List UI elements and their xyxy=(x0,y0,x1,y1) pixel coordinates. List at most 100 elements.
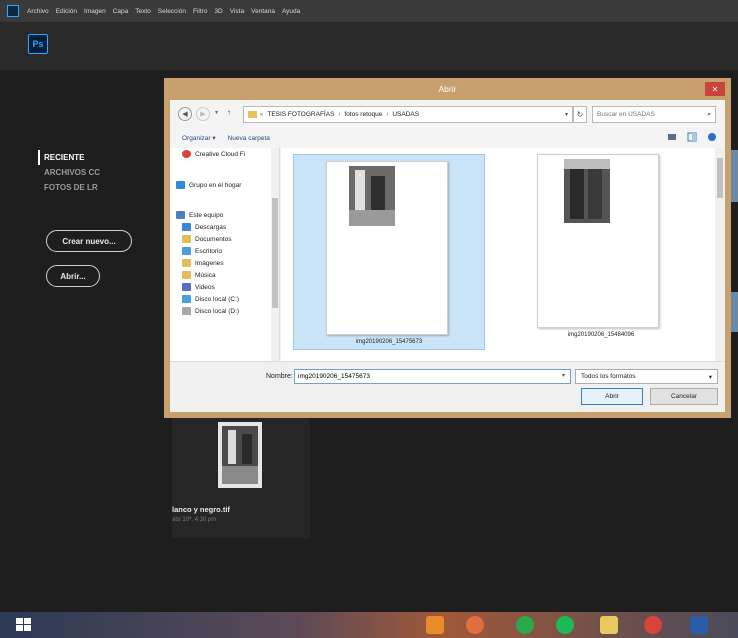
music-folder-icon xyxy=(182,271,191,279)
word-icon[interactable] xyxy=(690,616,708,634)
windows-start-icon[interactable] xyxy=(16,618,32,632)
whatsapp-icon[interactable] xyxy=(516,616,534,634)
background-thumbnail xyxy=(731,150,738,202)
file-scrollbar[interactable] xyxy=(715,148,725,361)
menu-seleccion[interactable]: Selección xyxy=(158,8,186,15)
documents-folder-icon xyxy=(182,235,191,243)
tree-item-this-pc[interactable]: Este equipo xyxy=(176,211,223,219)
tree-item-label: Este equipo xyxy=(189,211,224,219)
breadcrumb-tesis[interactable]: TESIS FOTOGRAFÍAS xyxy=(267,111,334,118)
preview-pane-icon[interactable] xyxy=(687,132,697,142)
filename-label: Nombre: xyxy=(266,373,293,380)
background-thumbnail xyxy=(731,292,738,332)
breadcrumb-usadas[interactable]: USADAS xyxy=(392,111,419,118)
spotify-icon[interactable] xyxy=(556,616,574,634)
organize-button[interactable]: Organizar ▾ xyxy=(182,134,216,142)
recent-file-card[interactable]: lanco y negro.tif abr 10ª, 4:30 pm xyxy=(172,416,310,538)
local-disk-icon xyxy=(182,307,191,315)
recent-locations-icon[interactable]: ▾ xyxy=(215,109,218,116)
file-item[interactable]: img20190206_15484096 xyxy=(505,154,697,350)
tree-item-label: Música xyxy=(195,271,216,279)
new-folder-button[interactable]: Nueva carpeta xyxy=(228,135,270,142)
app-header: Ps xyxy=(0,22,738,70)
search-input[interactable] xyxy=(597,111,697,118)
refresh-icon[interactable]: ↻ xyxy=(573,106,587,123)
menu-edicion[interactable]: Edición xyxy=(56,8,77,15)
file-name: img20190206_15484096 xyxy=(567,332,635,338)
nav-lr-photos[interactable]: FOTOS DE LR xyxy=(44,180,100,195)
file-name: img20190206_15475673 xyxy=(355,339,423,345)
close-icon[interactable]: ✕ xyxy=(705,82,725,96)
menu-imagen[interactable]: Imagen xyxy=(84,8,106,15)
tree-item-downloads[interactable]: Descargas xyxy=(182,223,226,231)
nav-scrollbar[interactable] xyxy=(271,148,279,361)
tree-item-homegroup[interactable]: Grupo en el hogar xyxy=(176,181,241,189)
chevron-down-icon[interactable]: ▾ xyxy=(565,111,568,118)
menu-filtro[interactable]: Filtro xyxy=(193,8,207,15)
tree-item-desktop[interactable]: Escritorio xyxy=(182,247,222,255)
menu-ayuda[interactable]: Ayuda xyxy=(282,8,300,15)
file-item[interactable]: img20190206_15475673 xyxy=(293,154,485,350)
file-explorer-icon[interactable] xyxy=(600,616,618,634)
chrome-icon[interactable] xyxy=(644,616,662,634)
creative-cloud-icon xyxy=(182,150,191,158)
windows-taskbar xyxy=(0,612,738,638)
dialog-toolbar: Organizar ▾ Nueva carpeta xyxy=(170,128,725,148)
file-scrollbar-thumb[interactable] xyxy=(717,158,723,198)
filename-input[interactable] xyxy=(294,369,571,384)
tree-item-documents[interactable]: Documentos xyxy=(182,235,232,243)
filetype-value: Todos los formatos xyxy=(581,373,636,380)
menu-bar: Archivo Edición Imagen Capa Texto Selecc… xyxy=(0,0,738,22)
search-box[interactable]: ⌕ xyxy=(592,106,716,123)
help-icon[interactable] xyxy=(707,132,717,142)
tree-item-disk-c[interactable]: Disco local (C:) xyxy=(182,295,239,303)
tree-item-label: Descargas xyxy=(195,223,227,231)
downloads-folder-icon xyxy=(182,223,191,231)
menu-ventana[interactable]: Ventana xyxy=(251,8,275,15)
nav-recent[interactable]: RECIENTE xyxy=(38,150,100,165)
recent-file-date: abr 10ª, 4:30 pm xyxy=(172,517,217,523)
filetype-select[interactable]: Todos los formatos ▾ xyxy=(575,369,718,384)
homegroup-icon xyxy=(176,181,185,189)
navigation-pane: Creative Cloud Fi Grupo en el hogar Este… xyxy=(170,148,280,361)
open-file-button[interactable]: Abrir xyxy=(581,388,643,405)
menu-archivo[interactable]: Archivo xyxy=(27,8,49,15)
tree-item-label: Grupo en el hogar xyxy=(189,181,242,189)
cancel-button[interactable]: Cancelar xyxy=(650,388,718,405)
file-thumbnail xyxy=(326,161,448,335)
photoshop-small-icon xyxy=(7,5,19,17)
create-new-button[interactable]: Crear nuevo... xyxy=(46,230,132,252)
vlc-icon[interactable] xyxy=(426,616,444,634)
recent-file-thumbnail xyxy=(218,422,262,488)
photoshop-logo: Ps xyxy=(28,34,48,54)
tree-item-label: Disco local (D:) xyxy=(195,307,240,315)
app-icon[interactable] xyxy=(466,616,484,634)
up-arrow-icon[interactable]: ↑ xyxy=(227,108,231,117)
chevron-down-icon[interactable]: ▾ xyxy=(562,372,565,379)
menu-3d[interactable]: 3D xyxy=(214,8,222,15)
open-button[interactable]: Abrir... xyxy=(46,265,100,287)
tree-item-label: Creative Cloud Fi xyxy=(195,150,246,158)
nav-cc-files[interactable]: ARCHIVOS CC xyxy=(44,165,100,180)
forward-arrow-icon[interactable]: ▶ xyxy=(196,107,210,121)
menu-texto[interactable]: Texto xyxy=(135,8,151,15)
tree-item-label: Escritorio xyxy=(195,247,223,255)
view-options-icon[interactable] xyxy=(667,132,677,142)
tree-item-creative-cloud[interactable]: Creative Cloud Fi xyxy=(182,150,245,158)
tree-item-pictures[interactable]: Imágenes xyxy=(182,259,224,267)
file-list: img20190206_15475673 img20190206_1548409… xyxy=(281,148,725,361)
nav-scrollbar-thumb[interactable] xyxy=(272,198,278,308)
dialog-title: Abrir xyxy=(438,84,457,94)
recent-file-name: lanco y negro.tif xyxy=(172,505,230,514)
back-arrow-icon[interactable]: ◀ xyxy=(178,107,192,121)
open-file-dialog: Abrir ✕ ◀ ▶ ▾ ↑ « TESIS FOTOGRAFÍAS › fo… xyxy=(164,78,731,418)
breadcrumb-fotos-retoque[interactable]: fotos retoque xyxy=(344,111,382,118)
tree-item-music[interactable]: Música xyxy=(182,271,216,279)
menu-vista[interactable]: Vista xyxy=(230,8,244,15)
address-row: ◀ ▶ ▾ ↑ « TESIS FOTOGRAFÍAS › fotos reto… xyxy=(170,100,725,128)
tree-item-disk-d[interactable]: Disco local (D:) xyxy=(182,307,239,315)
pictures-folder-icon xyxy=(182,259,191,267)
tree-item-videos[interactable]: Videos xyxy=(182,283,215,291)
menu-capa[interactable]: Capa xyxy=(113,8,129,15)
address-bar[interactable]: « TESIS FOTOGRAFÍAS › fotos retoque › US… xyxy=(243,106,573,123)
